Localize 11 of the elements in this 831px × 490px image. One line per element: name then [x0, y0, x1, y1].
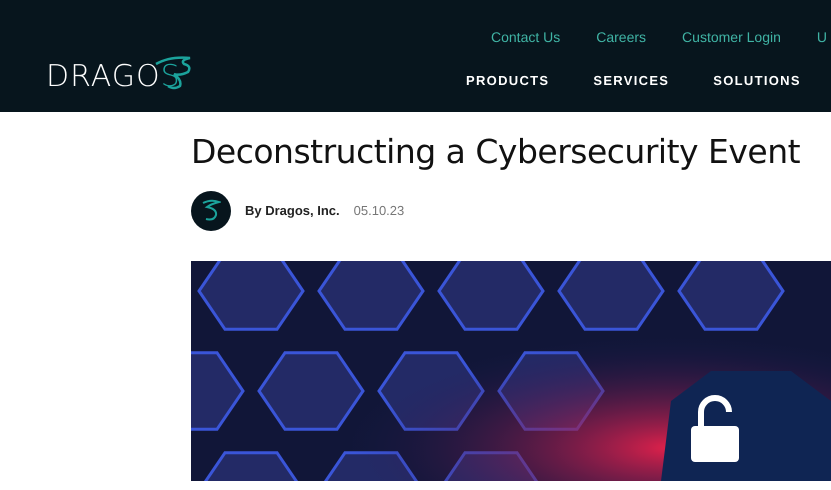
author-name[interactable]: By Dragos, Inc. — [245, 201, 340, 221]
nav-link[interactable]: SOLUTIONS — [713, 71, 801, 90]
logo[interactable]: DRAGOS — [46, 58, 181, 96]
utility-link[interactable]: U — [816, 27, 827, 48]
utility-link[interactable]: Customer Login — [682, 27, 781, 48]
utility-link[interactable]: Contact Us — [491, 27, 560, 48]
post-date: 05.10.23 — [354, 202, 404, 220]
utility-link[interactable]: Careers — [596, 27, 646, 48]
nav-link[interactable]: SERVICES — [593, 71, 670, 90]
article-title: Deconstructing a Cybersecurity Event — [191, 131, 802, 173]
nav-link[interactable]: PRODUCTS — [466, 71, 550, 90]
